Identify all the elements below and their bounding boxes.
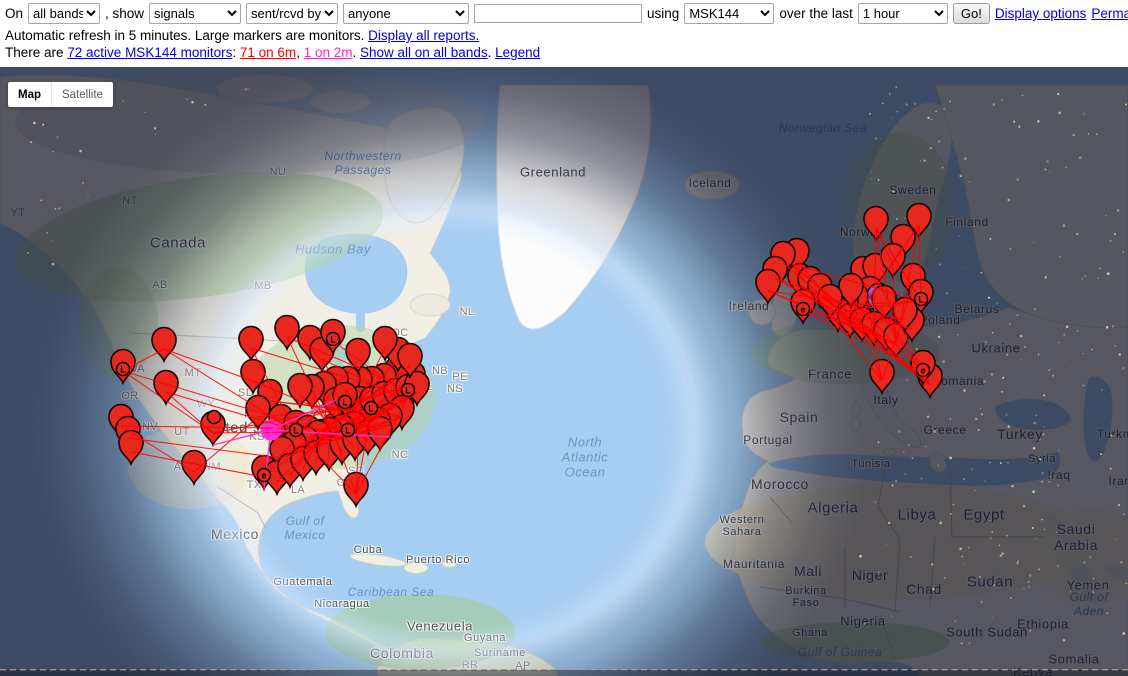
- monitor-badge[interactable]: L: [339, 396, 352, 409]
- svg-text:e: e: [920, 366, 925, 376]
- map-marker[interactable]: [275, 316, 299, 350]
- map-marker[interactable]: [239, 327, 263, 361]
- signals-select[interactable]: signals: [149, 3, 241, 24]
- monitor-badge[interactable]: e: [797, 303, 810, 316]
- map-tab[interactable]: Map: [8, 82, 51, 107]
- display-all-reports-link[interactable]: Display all reports.: [368, 28, 479, 43]
- svg-text:L: L: [330, 335, 336, 345]
- svg-text:L: L: [368, 404, 374, 414]
- map-canvas[interactable]: Norwegian SeaNorthwestern PassagesHudson…: [0, 67, 1128, 676]
- svg-text:L: L: [120, 365, 126, 375]
- monitor-badge[interactable]: L: [117, 363, 130, 376]
- monitor-badge[interactable]: L: [365, 402, 378, 415]
- sent-rcvd-select[interactable]: sent/rcvd by: [246, 3, 338, 24]
- svg-text:L: L: [918, 295, 924, 305]
- band-select[interactable]: all bands: [28, 3, 100, 24]
- monitor-badge[interactable]: [208, 411, 221, 424]
- svg-text:L: L: [405, 386, 411, 396]
- svg-text:e: e: [261, 471, 266, 481]
- map-marker[interactable]: [756, 270, 780, 304]
- anyone-select[interactable]: anyone: [343, 3, 469, 24]
- markers-layer: L L L L Le L Le Le: [0, 67, 1128, 676]
- show-all-bands-link[interactable]: Show all on all bands: [360, 45, 488, 60]
- monitor-badge[interactable]: L: [402, 384, 415, 397]
- map-type-control: Map Satellite: [8, 82, 113, 107]
- monitor-badge[interactable]: e: [258, 469, 271, 482]
- monitor-badge[interactable]: L: [327, 333, 340, 346]
- active-monitors-link[interactable]: 72 active MSK144 monitors: [67, 45, 232, 60]
- monitor-badge[interactable]: L: [342, 424, 355, 437]
- toolbar: On all bands , show signals sent/rcvd by…: [0, 0, 1128, 67]
- map-marker[interactable]: [152, 328, 176, 362]
- status-line-1: Automatic refresh in 5 minutes. Large ma…: [5, 28, 479, 43]
- sep-text: ,: [296, 45, 304, 60]
- svg-text:L: L: [293, 426, 299, 436]
- go-button[interactable]: Go!: [953, 3, 990, 24]
- permalink-link[interactable]: Permalink: [1091, 6, 1128, 21]
- monitor-badge[interactable]: L: [290, 424, 303, 437]
- callsign-input[interactable]: [474, 4, 642, 23]
- signal-paths: [121, 225, 930, 494]
- legend-link[interactable]: Legend: [495, 45, 540, 60]
- colon-text: :: [232, 45, 240, 60]
- display-options-link[interactable]: Display options: [995, 6, 1087, 21]
- auto-refresh-text: Automatic refresh in 5 minutes. Large ma…: [5, 28, 368, 43]
- status-line-2: There are 72 active MSK144 monitors: 71 …: [5, 45, 540, 60]
- on-label: On: [5, 6, 23, 21]
- svg-text:e: e: [800, 305, 805, 315]
- filter-row: On all bands , show signals sent/rcvd by…: [5, 3, 1128, 24]
- monitors-2m-link[interactable]: 1 on 2m: [304, 45, 353, 60]
- monitor-badges: L L L L Le L Le Le: [117, 293, 930, 482]
- report-markers: [109, 204, 942, 507]
- using-label: using: [647, 6, 679, 21]
- city-lights: [27, 84, 1127, 644]
- monitors-6m-link[interactable]: 71 on 6m: [240, 45, 296, 60]
- there-are-text: There are: [5, 45, 67, 60]
- show-label: , show: [105, 6, 144, 21]
- mode-select[interactable]: MSK144: [684, 3, 774, 24]
- over-last-label: over the last: [779, 6, 853, 21]
- svg-text:L: L: [345, 426, 351, 436]
- dot2-text: .: [488, 45, 496, 60]
- map-marker[interactable]: [119, 431, 143, 465]
- map-marker[interactable]: [870, 360, 894, 394]
- monitor-badge[interactable]: L: [915, 293, 928, 306]
- monitor-badge[interactable]: e: [917, 364, 930, 377]
- svg-text:L: L: [342, 398, 348, 408]
- period-select[interactable]: 1 hour: [858, 3, 948, 24]
- dot-text: .: [352, 45, 360, 60]
- satellite-tab[interactable]: Satellite: [51, 82, 113, 107]
